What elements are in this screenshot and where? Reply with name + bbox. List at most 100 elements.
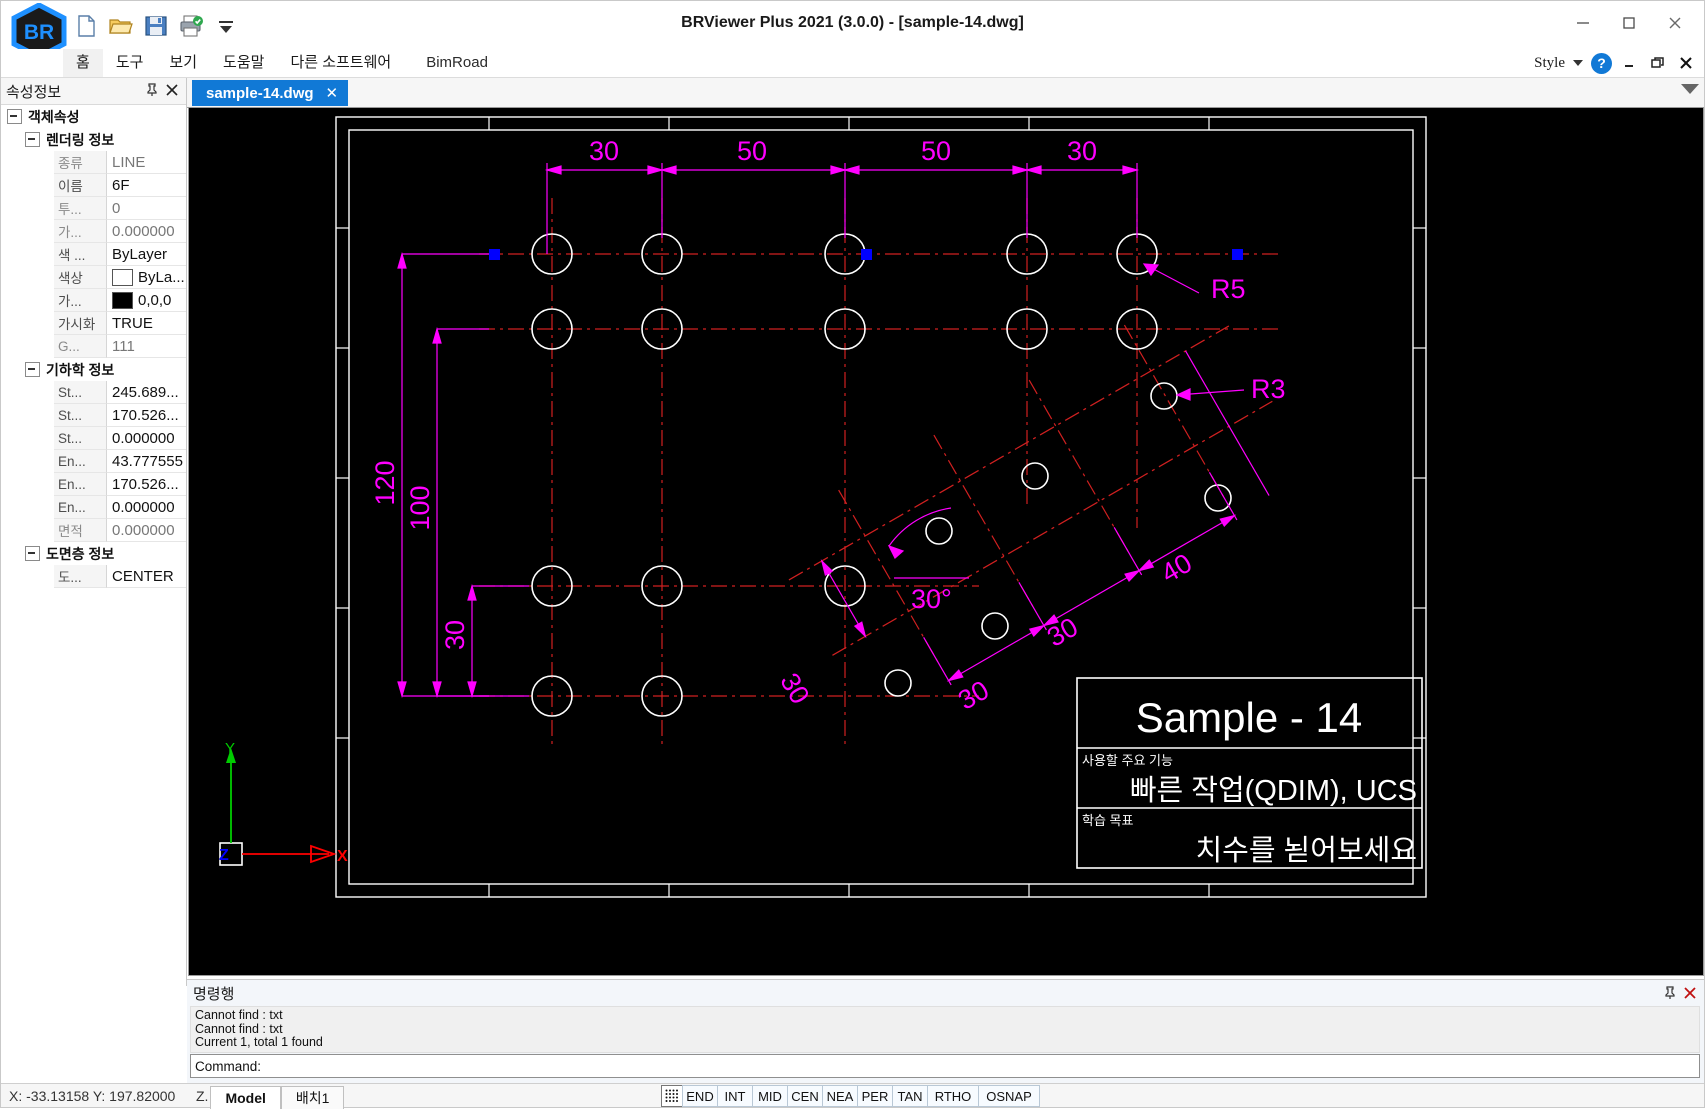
property-value[interactable]: 0,0,0 (107, 289, 186, 312)
property-value[interactable]: 0.000000 (107, 519, 186, 542)
property-key: St... (54, 427, 107, 450)
property-row[interactable]: 면적 0.000000 (1, 519, 186, 542)
ucs-z-label: Z (219, 847, 229, 864)
command-log: Cannot find : txt Cannot find : txt Curr… (190, 1006, 1700, 1053)
property-row[interactable]: 가... 0,0,0 (1, 289, 186, 312)
property-group-section[interactable]: 기하학 정보 (1, 358, 186, 381)
property-key: En... (54, 473, 107, 496)
property-tree[interactable]: 객체속성 렌더링 정보 종류 LINE 이름 6F 투... 0 가... 0.000000 색 .… (1, 105, 186, 985)
dim-top-3: 50 (921, 136, 951, 166)
property-value[interactable]: LINE (107, 151, 186, 174)
layout-space-tab[interactable]: 배치1 (280, 1086, 345, 1109)
property-key: 색상 (54, 266, 107, 289)
property-value[interactable]: TRUE (107, 312, 186, 335)
menu-item-help[interactable]: 도움말 (210, 49, 277, 77)
property-value[interactable]: 111 (107, 335, 186, 358)
property-group-root[interactable]: 객체속성 (1, 105, 186, 128)
property-row[interactable]: 가시화 TRUE (1, 312, 186, 335)
document-tab-sample-14[interactable]: sample-14.dwg ✕ (192, 80, 349, 106)
command-input[interactable]: Command: (190, 1054, 1700, 1078)
command-panel: 명령행 Cannot find : txt Cannot find : txt … (187, 979, 1704, 1087)
property-value[interactable]: CENTER (107, 565, 186, 588)
menu-item-view[interactable]: 보기 (156, 49, 210, 77)
property-key: 도... (54, 565, 107, 588)
property-row[interactable]: 도... CENTER (1, 565, 186, 588)
window-controls[interactable] (1560, 3, 1698, 43)
doc-restore-button[interactable] (1648, 53, 1668, 73)
property-value[interactable]: 6F (107, 174, 186, 197)
property-value[interactable]: 0.000000 (107, 496, 186, 519)
property-row[interactable]: En... 170.526... (1, 473, 186, 496)
drawing-canvas[interactable]: 30 50 50 30 120 100 30 R5 R3 30° 30 30 3… (188, 107, 1704, 976)
property-row[interactable]: G... 111 (1, 335, 186, 358)
style-label[interactable]: Style (1534, 55, 1565, 72)
chevron-down-icon[interactable] (1573, 60, 1583, 66)
menu-item-tools[interactable]: 도구 (103, 49, 157, 77)
title-block-goal-caption: 학습 목표 (1082, 813, 1133, 828)
pin-icon[interactable] (144, 82, 160, 98)
menu-right-controls[interactable]: Style ? (1534, 49, 1696, 77)
menu-item-home[interactable]: 홈 (63, 49, 103, 77)
property-row[interactable]: 가... 0.000000 (1, 220, 186, 243)
menu-items[interactable]: 홈 도구 보기 도움말 다른 소프트웨어 BimRoad (63, 49, 501, 77)
property-value[interactable]: 0.000000 (107, 427, 186, 450)
property-row[interactable]: 투... 0 (1, 197, 186, 220)
maximize-button[interactable] (1606, 3, 1652, 43)
property-value[interactable]: 0.000000 (107, 220, 186, 243)
tab-list-dropdown-icon[interactable] (1681, 84, 1699, 94)
collapse-icon[interactable] (25, 132, 40, 147)
property-key: 투... (54, 197, 107, 220)
document-tab-close-icon[interactable]: ✕ (326, 84, 339, 102)
doc-minimize-button[interactable] (1620, 53, 1640, 73)
property-row[interactable]: 색 ... ByLayer (1, 243, 186, 266)
property-value[interactable]: 245.689... (107, 381, 186, 404)
command-log-line: Current 1, total 1 found (195, 1035, 323, 1049)
property-key: 색 ... (54, 243, 107, 266)
property-row[interactable]: St... 0.000000 (1, 427, 186, 450)
status-bar: X: -33.13158 Y: 197.82000 Z. Model 배치1 E… (1, 1083, 1704, 1109)
property-value[interactable]: 170.526... (107, 404, 186, 427)
close-button[interactable] (1652, 3, 1698, 43)
pin-icon[interactable] (1662, 985, 1678, 1001)
property-value[interactable]: ByLa... (107, 266, 186, 289)
color-swatch[interactable] (112, 291, 133, 309)
property-row[interactable]: 색상 ByLa... (1, 266, 186, 289)
property-row[interactable]: En... 0.000000 (1, 496, 186, 519)
ucs-x-label: X (337, 848, 348, 865)
property-group-section[interactable]: 도면층 정보 (1, 542, 186, 565)
property-group-label: 도면층 정보 (46, 545, 115, 562)
collapse-icon[interactable] (7, 109, 22, 124)
title-bar: BR BRViewer Plus 2021 (3.0.0) - [sample-… (1, 1, 1704, 59)
model-space-tab[interactable]: Model (210, 1086, 281, 1109)
property-row[interactable]: 이름 6F (1, 174, 186, 197)
collapse-icon[interactable] (25, 362, 40, 377)
command-log-line: Cannot find : txt (195, 1008, 283, 1022)
menu-item-other-software[interactable]: 다른 소프트웨어 (277, 49, 404, 77)
menu-bar: 홈 도구 보기 도움말 다른 소프트웨어 BimRoad Style ? (1, 49, 1704, 78)
property-row[interactable]: En... 43.777555 (1, 450, 186, 473)
close-icon[interactable] (164, 82, 180, 98)
coordinate-readout: X: -33.13158 Y: 197.82000 (1, 1088, 194, 1104)
space-tabs[interactable]: Model 배치1 (210, 1086, 345, 1109)
property-value[interactable]: 43.777555 (107, 450, 186, 473)
property-value[interactable]: ByLayer (107, 243, 186, 266)
property-row[interactable]: St... 245.689... (1, 381, 186, 404)
dwg-viewport[interactable]: 30 50 50 30 120 100 30 R5 R3 30° 30 30 3… (189, 108, 1703, 975)
property-key: St... (54, 381, 107, 404)
doc-close-button[interactable] (1676, 53, 1696, 73)
property-row[interactable]: 종류 LINE (1, 151, 186, 174)
minimize-button[interactable] (1560, 3, 1606, 43)
property-row[interactable]: St... 170.526... (1, 404, 186, 427)
collapse-icon[interactable] (25, 546, 40, 561)
property-group-section[interactable]: 렌더링 정보 (1, 128, 186, 151)
dim-left-120: 120 (370, 460, 400, 505)
command-panel-header: 명령행 (187, 980, 1704, 1006)
help-icon[interactable]: ? (1591, 52, 1612, 74)
coord-x: X: -33.13158 (9, 1087, 90, 1104)
property-value[interactable]: 170.526... (107, 473, 186, 496)
color-swatch[interactable] (112, 268, 133, 286)
menu-item-bimroad[interactable]: BimRoad (404, 49, 501, 77)
close-icon[interactable] (1682, 985, 1698, 1001)
property-value[interactable]: 0 (107, 197, 186, 220)
property-key: 가... (54, 289, 107, 312)
